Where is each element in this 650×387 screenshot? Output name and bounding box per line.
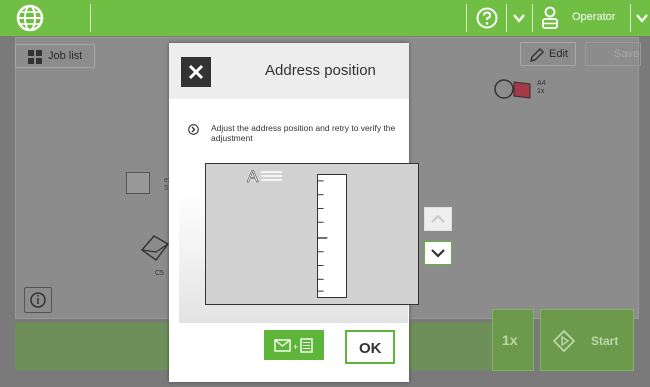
feeder-icon[interactable] bbox=[492, 78, 534, 100]
envelope-label: C5 bbox=[155, 270, 164, 277]
top-bar: Operator bbox=[0, 0, 650, 36]
divider bbox=[466, 4, 467, 32]
edit-button[interactable]: Edit bbox=[520, 42, 576, 66]
paper-info: A4 1x bbox=[537, 80, 546, 96]
address-glyph: A bbox=[247, 167, 259, 186]
divider bbox=[630, 4, 631, 32]
dialog-header: Address position bbox=[169, 43, 409, 99]
divider bbox=[506, 4, 507, 32]
divider bbox=[532, 4, 533, 32]
info-button[interactable] bbox=[24, 287, 52, 313]
user-icon[interactable] bbox=[541, 6, 559, 30]
dialog-title: Address position bbox=[265, 62, 376, 79]
count-label: 1x bbox=[502, 332, 518, 348]
start-label: Start bbox=[591, 334, 619, 348]
info-icon bbox=[30, 292, 46, 308]
count-button[interactable]: 1x bbox=[492, 309, 534, 371]
envelope-icon[interactable] bbox=[138, 230, 172, 264]
chevron-down-icon bbox=[431, 249, 445, 258]
start-icon bbox=[553, 330, 575, 352]
chevron-down-icon[interactable] bbox=[635, 11, 649, 25]
chevron-up-icon bbox=[431, 214, 445, 223]
envelope-plus-insert-button[interactable]: + bbox=[264, 330, 324, 360]
start-button[interactable]: Start bbox=[540, 309, 634, 371]
paper-count: 1x bbox=[537, 88, 545, 95]
job-list-button[interactable]: Job list bbox=[15, 44, 95, 68]
save-button[interactable]: Save bbox=[585, 42, 641, 66]
pencil-icon bbox=[529, 47, 545, 63]
edit-label: Edit bbox=[549, 48, 568, 60]
instruction-text: Adjust the address position and retry to… bbox=[211, 123, 396, 143]
svg-text:+: + bbox=[293, 342, 298, 352]
job-list-icon bbox=[28, 50, 42, 64]
user-label[interactable]: Operator bbox=[572, 11, 615, 23]
chevron-circle-icon bbox=[188, 124, 199, 135]
close-button[interactable] bbox=[181, 57, 211, 87]
close-icon bbox=[188, 64, 204, 80]
address-window-icon: A bbox=[247, 167, 282, 186]
ruler bbox=[317, 174, 347, 298]
job-list-label: Job list bbox=[48, 50, 83, 62]
chevron-down-icon[interactable] bbox=[512, 11, 526, 25]
exit-icon[interactable] bbox=[126, 172, 150, 194]
ok-button[interactable]: OK bbox=[345, 330, 395, 364]
dialog-body: Adjust the address position and retry to… bbox=[179, 99, 419, 323]
globe-icon[interactable] bbox=[16, 4, 44, 32]
move-up-button[interactable] bbox=[424, 207, 452, 231]
move-down-button[interactable] bbox=[424, 241, 452, 265]
envelope-insert-icon: + bbox=[274, 338, 313, 353]
help-icon[interactable] bbox=[476, 7, 498, 29]
ok-label: OK bbox=[359, 340, 382, 357]
save-label: Save bbox=[614, 48, 640, 60]
divider bbox=[90, 4, 91, 32]
paper-size: A4 bbox=[537, 80, 546, 87]
address-preview: A bbox=[205, 163, 419, 305]
address-position-dialog: Address position Adjust the address posi… bbox=[169, 43, 452, 382]
